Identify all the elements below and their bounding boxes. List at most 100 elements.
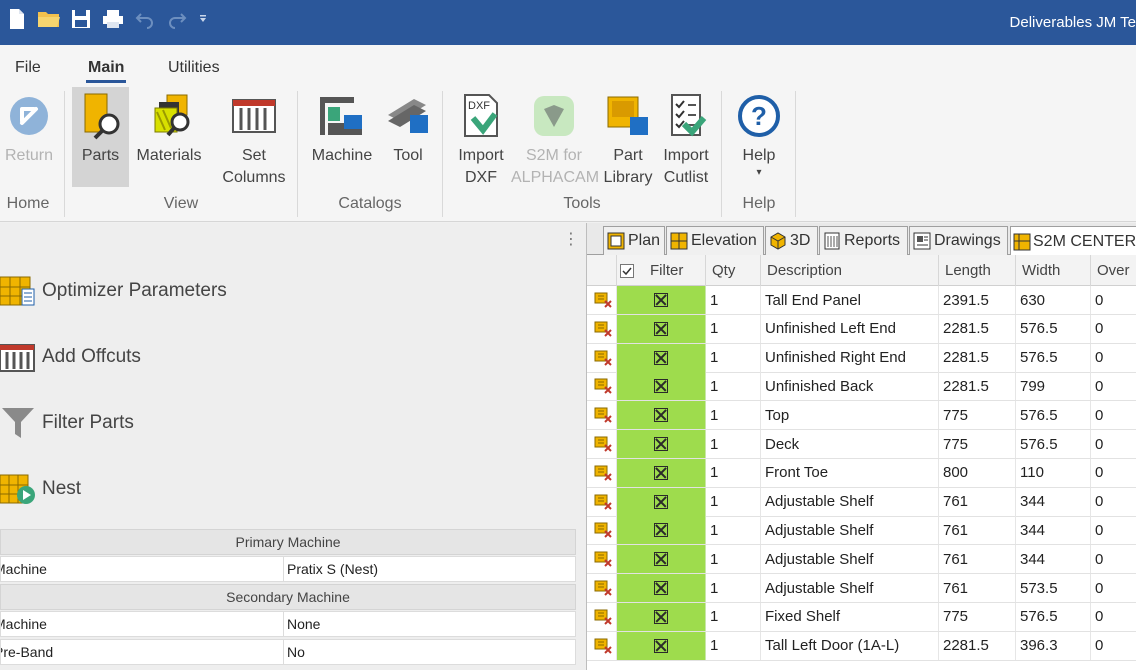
undo-icon[interactable] bbox=[132, 6, 158, 32]
table-row[interactable]: 1 Adjustable Shelf 761 344 0 bbox=[587, 487, 1136, 517]
table-row[interactable]: 1 Front Toe 800 110 0 bbox=[587, 458, 1136, 488]
filter-checkbox[interactable] bbox=[617, 602, 706, 631]
ribbon-tab-bar: File Main Utilities bbox=[0, 45, 1136, 87]
filter-checkbox[interactable] bbox=[617, 286, 706, 314]
qty-cell: 1 bbox=[706, 574, 761, 602]
part-library-button[interactable]: Part Library bbox=[599, 87, 657, 187]
over-cell: 0 bbox=[1095, 464, 1104, 482]
new-file-icon[interactable] bbox=[4, 6, 30, 32]
redo-icon[interactable] bbox=[164, 6, 190, 32]
table-row[interactable]: 1 Top 775 576.5 0 bbox=[587, 401, 1136, 431]
filter-checkbox[interactable] bbox=[617, 458, 706, 487]
secondary-machine-row: Machine None bbox=[0, 611, 576, 637]
table-row[interactable]: 1 Unfinished Right End 2281.5 576.5 0 bbox=[587, 343, 1136, 373]
tab-main[interactable]: Main bbox=[85, 59, 127, 83]
materials-button[interactable]: Materials bbox=[131, 87, 207, 187]
filter-checkbox[interactable] bbox=[617, 574, 706, 602]
over-cell: 0 bbox=[1095, 435, 1104, 453]
table-row[interactable]: 1 Adjustable Shelf 761 344 0 bbox=[587, 516, 1136, 546]
customize-dropdown-icon[interactable] bbox=[196, 6, 210, 32]
checked-box-icon bbox=[654, 350, 668, 365]
parts-button[interactable]: Parts bbox=[72, 87, 129, 187]
length-cell: 2281.5 bbox=[939, 372, 1016, 401]
tab-utilities[interactable]: Utilities bbox=[168, 59, 220, 77]
tab-elevation[interactable]: Elevation bbox=[666, 226, 764, 255]
primary-machine-value[interactable]: Pratix S (Nest) bbox=[284, 556, 576, 582]
import-dxf-label-2: DXF bbox=[465, 169, 497, 186]
table-row[interactable]: 1 Deck 775 576.5 0 bbox=[587, 430, 1136, 459]
description-cell: Unfinished Back bbox=[761, 372, 939, 401]
table-row[interactable]: 1 Adjustable Shelf 761 573.5 0 bbox=[587, 574, 1136, 603]
description-cell: Tall Left Door (1A-L) bbox=[761, 631, 939, 660]
table-row[interactable]: 1 Unfinished Left End 2281.5 576.5 0 bbox=[587, 314, 1136, 344]
tab-reports-label: Reports bbox=[844, 232, 901, 249]
primary-machine-row: Machine Pratix S (Nest) bbox=[0, 556, 576, 582]
s2m-alphacam-button[interactable]: S2M for ALPHACAM bbox=[511, 87, 599, 187]
print-icon[interactable] bbox=[100, 6, 126, 32]
group-divider bbox=[64, 91, 65, 217]
tab-reports[interactable]: Reports bbox=[819, 226, 908, 255]
width-cell: 573.5 bbox=[1016, 574, 1091, 602]
over-cell: 0 bbox=[1095, 406, 1104, 424]
help-button[interactable]: ? Help ▾ bbox=[729, 87, 789, 187]
description-cell: Top bbox=[761, 401, 939, 430]
save-icon[interactable] bbox=[68, 6, 94, 32]
part-row-icon bbox=[587, 430, 617, 458]
table-row[interactable]: 1 Tall Left Door (1A-L) 2281.5 396.3 0 bbox=[587, 631, 1136, 661]
secondary-machine-value[interactable]: None bbox=[284, 611, 576, 637]
import-cutlist-button[interactable]: Import Cutlist bbox=[657, 87, 715, 187]
checked-box-icon bbox=[654, 552, 668, 567]
filter-parts-task[interactable]: Filter Parts bbox=[0, 403, 134, 443]
select-all-checkbox-icon[interactable] bbox=[620, 263, 634, 278]
part-row-icon bbox=[587, 516, 617, 545]
tab-3d[interactable]: 3D bbox=[765, 226, 818, 255]
add-offcuts-task[interactable]: Add Offcuts bbox=[0, 337, 141, 377]
filter-checkbox[interactable] bbox=[617, 487, 706, 516]
tab-s2m-center[interactable]: S2M CENTER bbox=[1010, 226, 1136, 256]
filter-checkbox[interactable] bbox=[617, 343, 706, 372]
description-column-header[interactable]: Description bbox=[761, 255, 939, 286]
group-divider bbox=[795, 91, 796, 217]
machine-button[interactable]: Machine bbox=[306, 87, 378, 187]
filter-checkbox[interactable] bbox=[617, 516, 706, 545]
tab-drawings[interactable]: Drawings bbox=[909, 226, 1008, 255]
filter-checkbox[interactable] bbox=[617, 401, 706, 430]
import-dxf-button[interactable]: DXF Import DXF bbox=[450, 87, 512, 187]
pre-band-value[interactable]: No bbox=[284, 639, 576, 665]
part-library-icon bbox=[599, 87, 657, 145]
tool-button[interactable]: Tool bbox=[384, 87, 432, 187]
table-row[interactable]: 1 Adjustable Shelf 761 344 0 bbox=[587, 545, 1136, 575]
length-column-header[interactable]: Length bbox=[939, 255, 1016, 286]
qty-cell: 1 bbox=[706, 430, 761, 458]
tab-plan[interactable]: Plan bbox=[603, 226, 665, 255]
filter-checkbox[interactable] bbox=[617, 545, 706, 574]
filter-column-header[interactable]: Filter bbox=[617, 255, 706, 286]
description-cell: Unfinished Left End bbox=[761, 314, 939, 343]
checked-box-icon bbox=[654, 638, 668, 653]
tab-file[interactable]: File bbox=[15, 59, 41, 77]
filter-checkbox[interactable] bbox=[617, 430, 706, 458]
primary-machine-header: Primary Machine bbox=[0, 529, 576, 555]
width-column-header[interactable]: Width bbox=[1016, 255, 1091, 286]
filter-checkbox[interactable] bbox=[617, 372, 706, 401]
over-column-header[interactable]: Over bbox=[1091, 255, 1136, 286]
checked-box-icon bbox=[654, 321, 668, 336]
table-row[interactable]: 1 Fixed Shelf 775 576.5 0 bbox=[587, 602, 1136, 632]
filter-checkbox[interactable] bbox=[617, 314, 706, 343]
part-row-icon bbox=[587, 631, 617, 660]
tool-label: Tool bbox=[393, 147, 423, 164]
set-columns-button[interactable]: Set Columns bbox=[218, 87, 290, 187]
s2m-center-icon bbox=[1013, 232, 1031, 252]
filter-checkbox[interactable] bbox=[617, 631, 706, 660]
return-button[interactable]: Return bbox=[0, 87, 58, 187]
nest-task[interactable]: Nest bbox=[0, 469, 81, 509]
qty-column-header[interactable]: Qty bbox=[706, 255, 761, 286]
cutlist-checklist-icon bbox=[657, 87, 715, 145]
table-row[interactable]: 1 Tall End Panel 2391.5 630 0 bbox=[587, 286, 1136, 315]
open-folder-icon[interactable] bbox=[36, 6, 62, 32]
table-row[interactable]: 1 Unfinished Back 2281.5 799 0 bbox=[587, 372, 1136, 402]
optimizer-parameters-task[interactable]: Optimizer Parameters bbox=[0, 271, 227, 311]
length-cell: 761 bbox=[939, 545, 1016, 574]
more-options-icon[interactable]: ⋮ bbox=[563, 229, 579, 249]
group-divider bbox=[297, 91, 298, 217]
